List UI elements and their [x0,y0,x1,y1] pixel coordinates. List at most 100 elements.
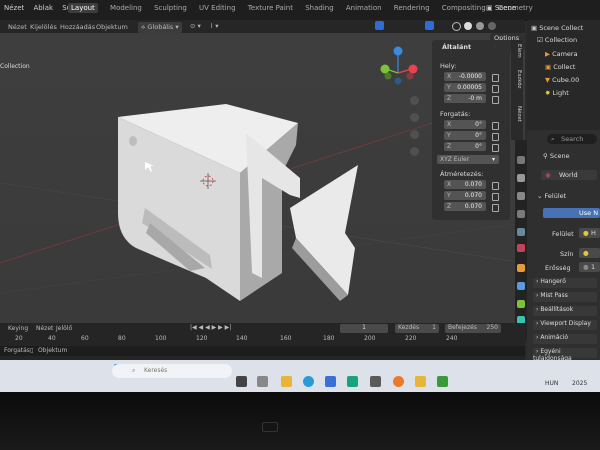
tool-tab-icon[interactable] [517,156,525,164]
orientation-dropdown[interactable]: ⟡ Globális ▾ [138,22,182,33]
tab-texture-paint[interactable]: Texture Paint [248,4,293,12]
section-mist-pass[interactable]: › Mist Pass [533,292,597,302]
mail-icon[interactable] [325,376,336,387]
physics-tab-icon[interactable] [517,300,525,308]
file-explorer-icon[interactable] [281,376,292,387]
outliner-cube[interactable]: ▼ Cube.00 [545,76,579,84]
lock-icon[interactable] [492,96,499,104]
start-frame-field[interactable]: Kezdés 1 [395,324,439,333]
current-frame-field[interactable]: 1 [340,324,388,333]
lock-icon[interactable] [492,133,499,141]
shading-wire-icon[interactable] [452,22,461,31]
location-z-field[interactable]: Z -0 m [444,94,486,103]
tab-rendering[interactable]: Rendering [394,4,430,12]
pan-hand-icon[interactable] [410,113,419,122]
pivot-icon[interactable]: ⊙ ▾ [190,22,201,30]
lock-icon[interactable] [492,182,499,190]
chrome-icon[interactable] [437,376,448,387]
rotation-y-field[interactable]: Y 0° [444,131,486,140]
shading-solid-icon[interactable] [464,22,472,30]
task-view-icon[interactable] [236,376,247,387]
location-x-field[interactable]: X -0.0000 [444,72,486,81]
taskbar-search[interactable]: ⌕ Keresés [112,364,232,378]
section-custom-properties[interactable]: › Egyéni tulajdonsága [533,348,597,362]
section-animation[interactable]: › Animáció [533,334,597,344]
taskbar-date[interactable]: 2025 [572,380,587,387]
folder-icon[interactable] [415,376,426,387]
outliner-scene-collection[interactable]: ▣ Scene Collect [531,24,583,32]
zoom-icon[interactable] [410,96,419,105]
overlay-toggle-icon[interactable] [425,21,434,30]
outliner-collect[interactable]: ▣ Collect [545,63,575,71]
lock-icon[interactable] [492,74,499,82]
tab-uv-editing[interactable]: UV Editing [199,4,236,12]
tab-item[interactable]: Elem [512,44,522,58]
timeline-menu-marker[interactable]: Jelölő [56,325,72,332]
language-indicator[interactable]: HUN [545,380,558,387]
strength-field[interactable]: ● 1 [579,262,600,272]
snap-icon[interactable]: ⌇ ▾ [210,22,219,30]
outliner-light[interactable]: ✸ Light [545,89,569,97]
lock-icon[interactable] [492,204,499,212]
blender-icon[interactable] [393,376,404,387]
surface-shader-field[interactable]: ● H [579,228,600,238]
scene-tab-icon[interactable] [517,228,525,236]
header-menu-select[interactable]: Kijelölés [30,23,57,31]
section-viewport-display[interactable]: › Viewport Display [533,320,597,330]
edge-browser-icon[interactable] [303,376,314,387]
scale-y-field[interactable]: Y 0.070 [444,191,486,200]
lock-icon[interactable] [492,85,499,93]
color-field[interactable]: ● [579,248,600,258]
timeline-menu-view[interactable]: Nézet [36,325,53,332]
properties-search[interactable]: ⌕ Search [547,134,597,144]
location-y-field[interactable]: Y 0.00005 [444,83,486,92]
render-tab-icon[interactable] [517,174,525,182]
output-tab-icon[interactable] [517,192,525,200]
timeline-menu-keying[interactable]: Keying [8,325,28,332]
section-settings[interactable]: › Beállítások [533,306,597,316]
grid-view-icon[interactable] [410,147,419,156]
tab-compositing[interactable]: Compositing [442,4,486,12]
header-menu-add[interactable]: Hozzáadás [60,23,95,31]
menu-view[interactable]: Nézet [4,4,24,12]
scene-selector[interactable]: ▣ Scene [486,4,516,12]
camera-view-icon[interactable] [410,130,419,139]
widgets-icon[interactable] [257,376,268,387]
lock-icon[interactable] [492,122,499,130]
end-frame-field[interactable]: Befejezés 250 [445,324,501,333]
section-volume[interactable]: › Hangerő [533,278,597,288]
scale-x-field[interactable]: X 0.070 [444,180,486,189]
shading-render-icon[interactable] [488,22,496,30]
lock-icon[interactable] [492,193,499,201]
scale-z-field[interactable]: Z 0.070 [444,202,486,211]
tab-tool[interactable]: Eszköz [512,70,522,88]
modifier-tab-icon[interactable] [517,282,525,290]
view-layer-tab-icon[interactable] [517,210,525,218]
tab-modeling[interactable]: Modeling [110,4,142,12]
world-tab-icon[interactable] [517,244,525,252]
header-menu-object[interactable]: Objektum [96,23,128,31]
app-icon[interactable] [370,376,381,387]
world-selector[interactable]: ◉ World [541,170,597,180]
header-menu-view[interactable]: Nézet [8,23,27,31]
store-icon[interactable] [347,376,358,387]
surface-panel-header[interactable]: ⌄ Felület [537,192,566,200]
timeline-ruler-top[interactable]: 20 40 60 80 100 120 140 160 180 200 220 … [0,335,525,344]
lock-icon[interactable] [492,144,499,152]
playback-controls-icon[interactable]: |◀ ◀ ◀ ▶ ▶ ▶| [190,324,231,331]
rotation-x-field[interactable]: X 0° [444,120,486,129]
tab-layout[interactable]: Layout [68,3,98,13]
tab-shading[interactable]: Shading [305,4,333,12]
use-nodes-button[interactable]: Use N [543,208,600,218]
object-tab-icon[interactable] [517,264,525,272]
menu-window[interactable]: Ablak [34,4,54,12]
tab-view[interactable]: Nézet [512,106,522,122]
gizmo-toggle-icon[interactable] [375,21,384,30]
outliner-collection[interactable]: ☑ Collection [537,36,577,44]
shading-material-icon[interactable] [476,22,484,30]
tab-animation[interactable]: Animation [346,4,382,12]
outliner-camera[interactable]: ▶ Camera [545,50,578,58]
rotation-z-field[interactable]: Z 0° [444,142,486,151]
tab-sculpting[interactable]: Sculpting [154,4,187,12]
rotation-mode-dropdown[interactable]: XYZ Euler ▾ [437,155,499,164]
